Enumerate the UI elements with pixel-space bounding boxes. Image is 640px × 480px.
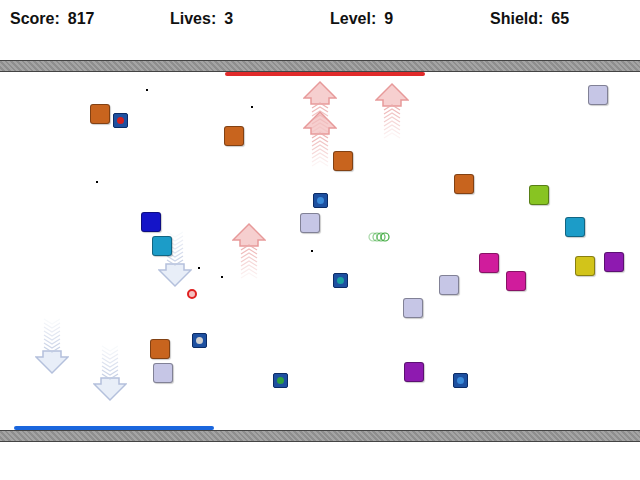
powerup-icon [453,373,468,388]
debris-dot [251,106,253,108]
brick [150,339,170,359]
down-arrow-icon [93,342,127,402]
debris-dot [311,250,313,252]
debris-dot [96,181,98,183]
brick [575,256,595,276]
brick [506,271,526,291]
powerup-icon [333,273,348,288]
hud-stat: Shield:65 [490,10,640,50]
hud: Score:817Lives:3Level:9Shield:65 [0,0,640,50]
hud-stat: Score:817 [10,10,170,50]
up-arrow-icon [232,222,266,282]
powerup-icon [313,193,328,208]
brick [404,362,424,382]
brick [604,252,624,272]
play-field [0,72,640,430]
up-arrow-icon [303,80,337,140]
down-arrow-icon [35,315,69,375]
brick [90,104,110,124]
paddle[interactable] [225,72,425,76]
paddle[interactable] [14,426,214,430]
brick [152,236,172,256]
brick [529,185,549,205]
brick [439,275,459,295]
top-wall [0,60,640,72]
brick [479,253,499,273]
debris-dot [198,267,200,269]
debris-dot [146,89,148,91]
brick [141,212,161,232]
brick [224,126,244,146]
brick [403,298,423,318]
powerup-icon [273,373,288,388]
brick [588,85,608,105]
bottom-wall [0,430,640,442]
brick [333,151,353,171]
game-screen: Score:817Lives:3Level:9Shield:65 [0,0,640,480]
up-arrow-icon [375,82,409,142]
brick [454,174,474,194]
hud-stat: Level:9 [330,10,490,50]
powerup-icon [113,113,128,128]
ball [187,289,197,299]
brick [565,217,585,237]
hud-stat: Lives:3 [170,10,330,50]
debris-dot [221,276,223,278]
ball-trail-icon [365,231,391,243]
brick [153,363,173,383]
powerup-icon [192,333,207,348]
brick [300,213,320,233]
